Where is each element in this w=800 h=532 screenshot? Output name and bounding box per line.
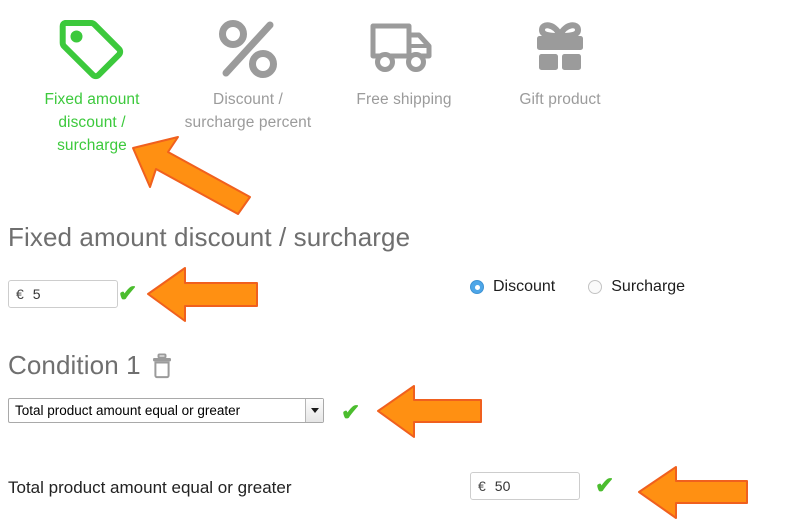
arrow-to-amount-input xyxy=(147,267,258,322)
radio-label-discount: Discount xyxy=(493,278,556,295)
type-card-label: Fixed amount discount / surcharge xyxy=(44,91,140,154)
radio-dot-discount xyxy=(470,280,484,294)
chevron-down-icon[interactable] xyxy=(305,399,323,422)
type-card-label: Discount / surcharge percent xyxy=(184,91,312,131)
condition-type-select[interactable]: Total product amount equal or greater xyxy=(8,398,324,423)
tag-icon xyxy=(22,10,162,88)
type-card-label: Free shipping xyxy=(356,91,452,108)
truck-icon xyxy=(334,10,474,88)
promotion-type-selector: Fixed amount discount / surcharge Discou… xyxy=(0,0,800,170)
condition-type-select-value: Total product amount equal or greater xyxy=(15,403,241,418)
condition-title-text: Condition 1 xyxy=(8,350,141,380)
trash-icon[interactable] xyxy=(151,353,173,379)
type-card-label: Gift product xyxy=(519,91,601,108)
gift-icon xyxy=(490,10,630,88)
arrow-to-condition-select xyxy=(377,385,482,438)
condition-select-valid-check-icon: ✔ xyxy=(341,399,361,425)
type-card-fixed-amount[interactable]: Fixed amount discount / surcharge xyxy=(22,10,162,157)
fixed-amount-section-title: Fixed amount discount / surcharge xyxy=(8,222,411,252)
condition-value-valid-check-icon: ✔ xyxy=(595,472,615,498)
radio-option-discount[interactable]: Discount xyxy=(470,278,555,296)
amount-input[interactable]: € 5 xyxy=(8,280,118,308)
percent-icon xyxy=(178,10,318,88)
radio-label-surcharge: Surcharge xyxy=(611,278,686,295)
discount-surcharge-radio-group: Discount Surcharge xyxy=(470,278,685,296)
arrow-to-condition-value xyxy=(638,466,748,519)
currency-symbol: € xyxy=(478,478,486,494)
condition-section-title: Condition 1 xyxy=(8,350,173,381)
amount-valid-check-icon: ✔ xyxy=(118,280,138,306)
type-card-discount-percent[interactable]: Discount / surcharge percent xyxy=(178,10,318,134)
condition-value-input[interactable]: € 50 xyxy=(470,472,580,500)
type-card-free-shipping[interactable]: Free shipping xyxy=(334,10,474,111)
radio-dot-surcharge xyxy=(588,280,603,294)
radio-option-surcharge[interactable]: Surcharge xyxy=(588,278,685,296)
condition-value-label: Total product amount equal or greater xyxy=(8,478,292,497)
currency-symbol: € xyxy=(16,286,24,302)
type-card-gift-product[interactable]: Gift product xyxy=(490,10,630,111)
amount-input-value: 5 xyxy=(32,286,41,302)
condition-value-input-value: 50 xyxy=(494,478,511,494)
